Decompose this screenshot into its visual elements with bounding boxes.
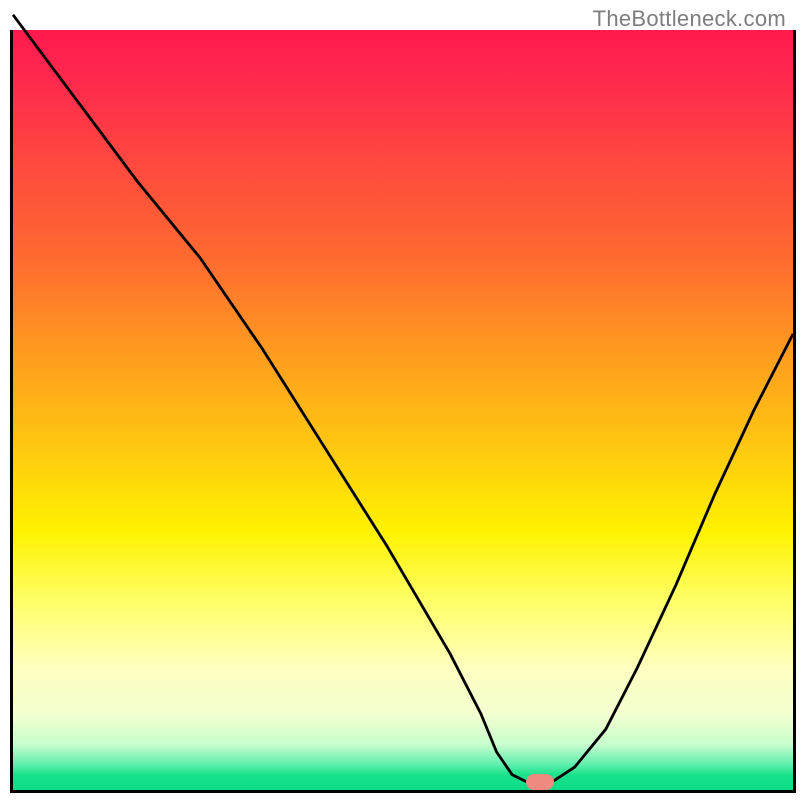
curve-layer: [13, 30, 793, 790]
watermark-text: TheBottleneck.com: [593, 6, 786, 32]
optimum-marker: [526, 774, 554, 790]
plot-area: [10, 30, 796, 793]
chart-frame: TheBottleneck.com: [0, 0, 800, 800]
bottleneck-curve: [13, 15, 793, 783]
